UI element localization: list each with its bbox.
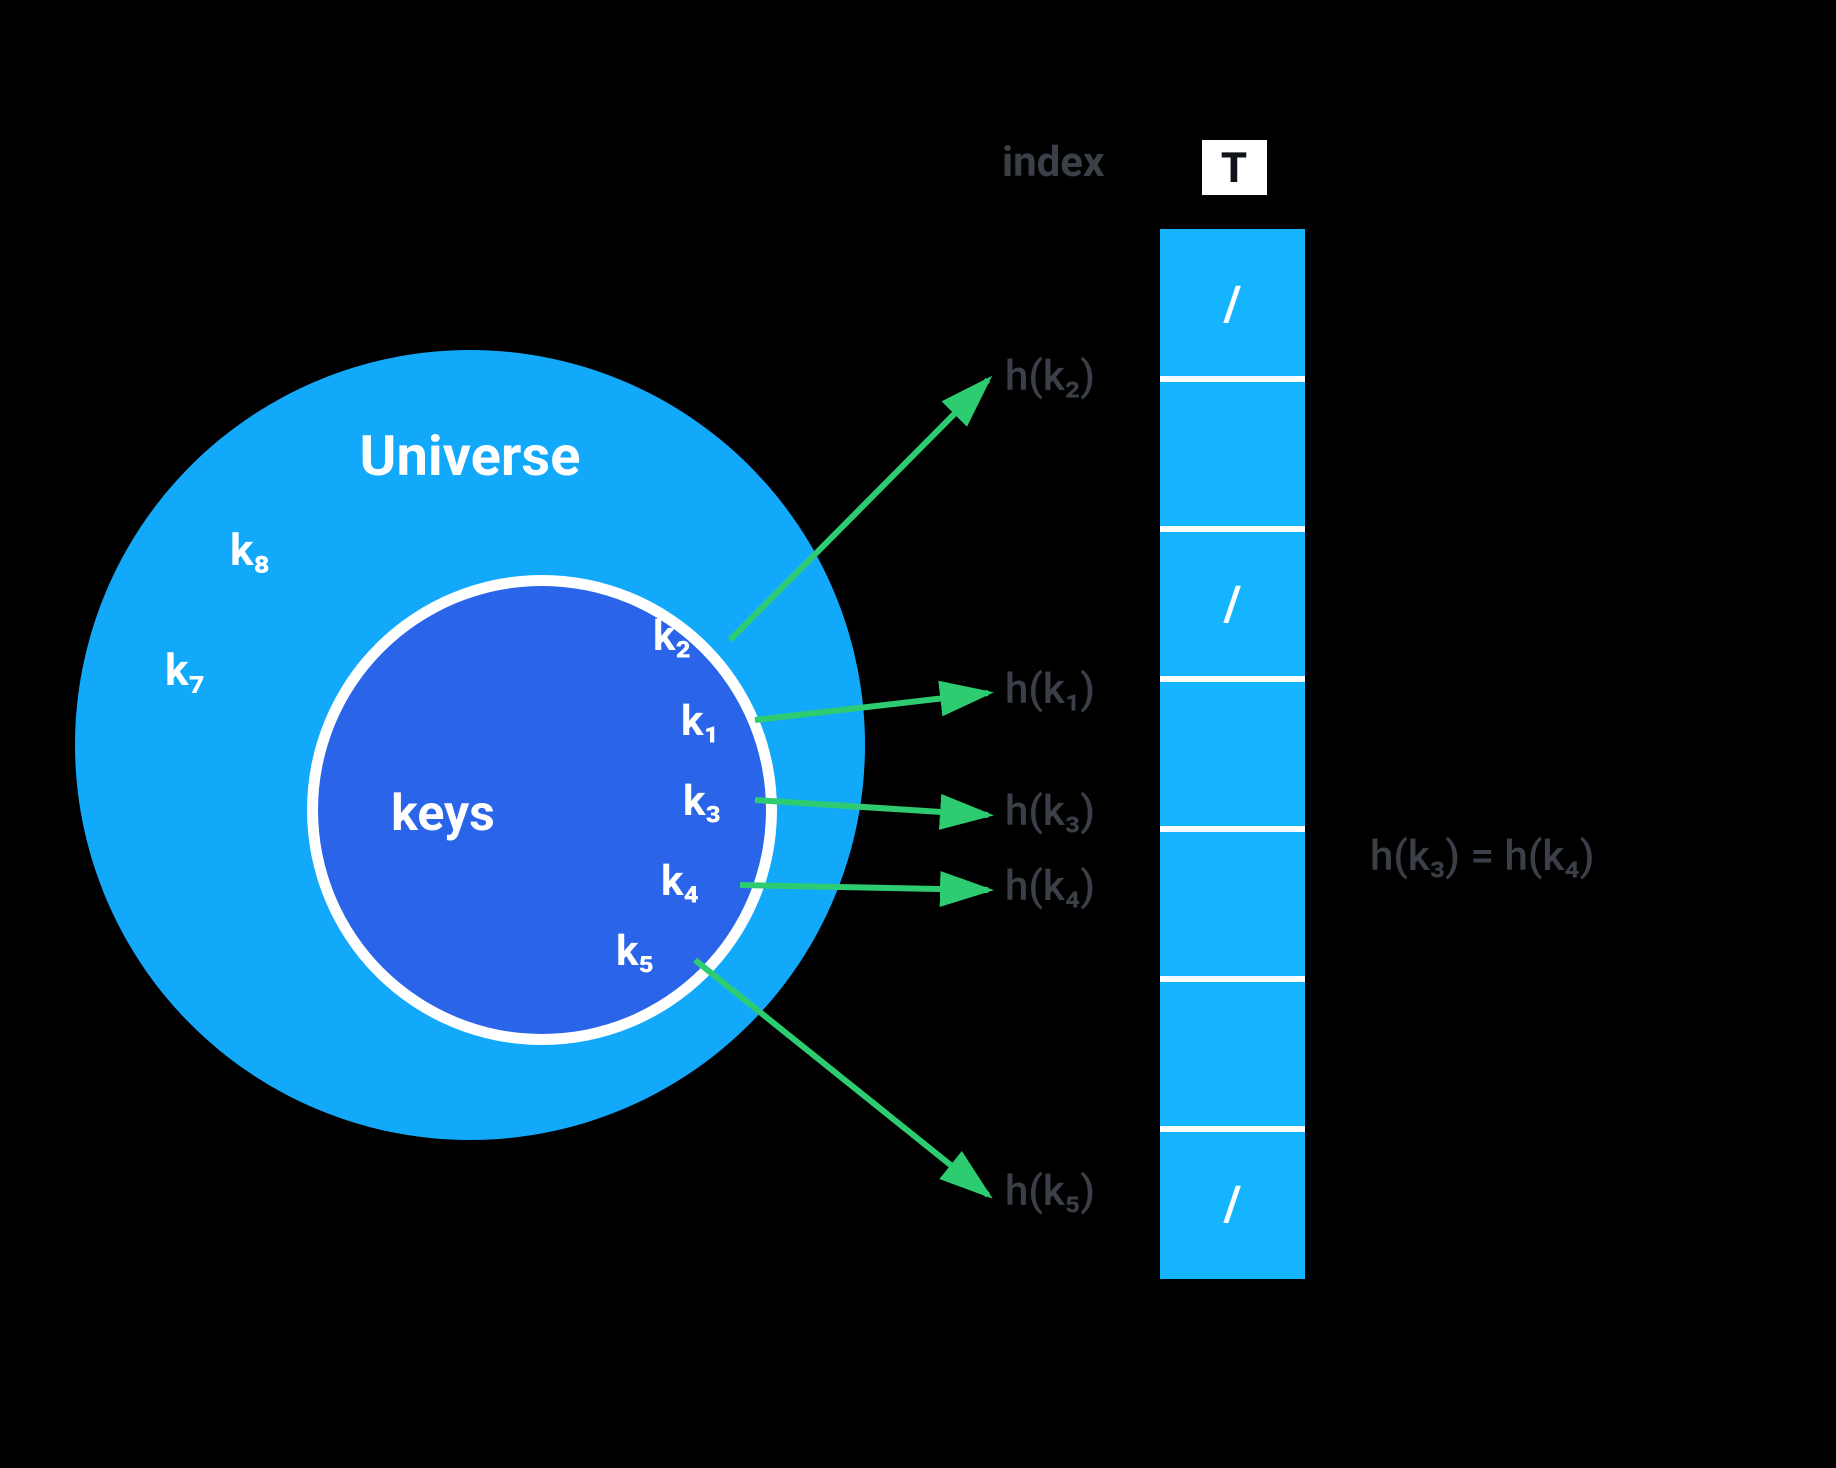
- hash-label-hk4: h(k₄): [1005, 862, 1095, 911]
- inner-key-k3: k₃: [683, 777, 721, 826]
- inner-key-k2: k₂: [653, 612, 691, 661]
- inner-key-k1: k₁: [681, 697, 719, 746]
- table-slot-0: /: [1223, 275, 1242, 332]
- collision-note: h(k₃) = h(k₄): [1370, 832, 1594, 881]
- universe-key-k7: k₇: [165, 644, 205, 696]
- universe-key-k8: k₈: [230, 524, 270, 576]
- table-bg: [1160, 229, 1305, 1279]
- table-slot-2: /: [1223, 575, 1242, 632]
- universe-label: Universe: [360, 423, 581, 489]
- inner-key-k4: k₄: [661, 857, 699, 906]
- hash-table: / / /: [1160, 229, 1305, 1279]
- table-slot-6: /: [1223, 1175, 1242, 1232]
- hash-label-hk3: h(k₃): [1005, 787, 1095, 836]
- inner-key-k5: k₅: [616, 927, 654, 976]
- hash-label-hk2: h(k₂): [1005, 352, 1095, 401]
- table-header: T: [1221, 144, 1247, 193]
- hash-label-hk1: h(k₁): [1005, 665, 1095, 714]
- hash-label-hk5: h(k₅): [1005, 1167, 1095, 1216]
- index-header: index: [1002, 138, 1105, 187]
- keys-label: keys: [391, 785, 495, 843]
